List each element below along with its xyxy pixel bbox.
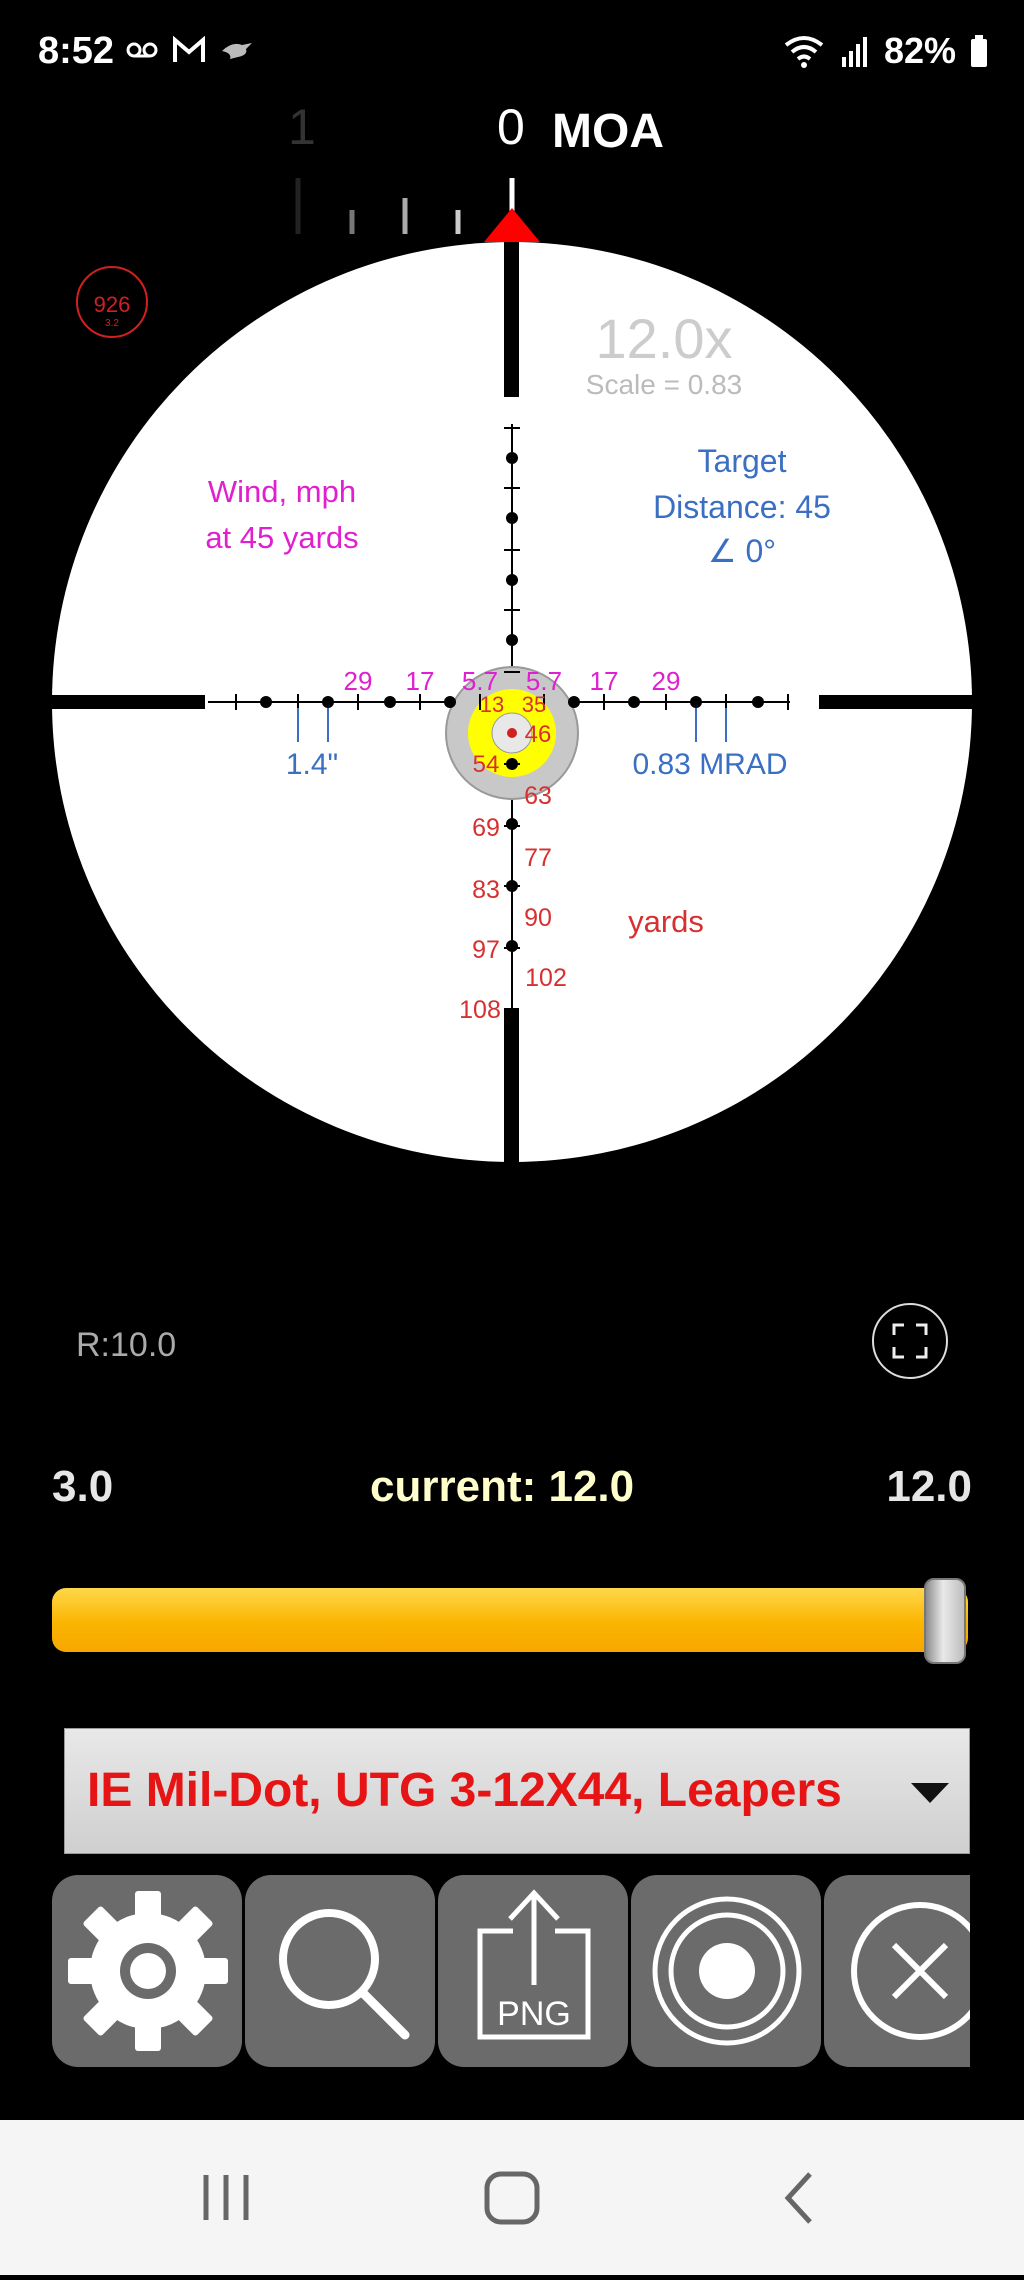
- wind-value: 29: [344, 666, 373, 696]
- recent-apps-button[interactable]: [146, 2120, 306, 2275]
- target-label-2: Distance: 45: [653, 489, 831, 525]
- status-right: 82%: [782, 30, 988, 72]
- target-icon: [652, 1896, 802, 2046]
- export-png-button[interactable]: PNG: [438, 1875, 628, 2067]
- wind-value: 29: [652, 666, 681, 696]
- inner-range-label: 35: [522, 692, 546, 717]
- range-unit-label: yards: [628, 904, 704, 939]
- target-label-3: ∠ 0°: [708, 533, 776, 569]
- zoom-slider-thumb[interactable]: [924, 1578, 966, 1664]
- close-icon: [851, 1902, 970, 2040]
- system-navbar: [0, 2120, 1024, 2275]
- gear-icon: [68, 1891, 228, 2051]
- target-label-1: Target: [698, 443, 787, 479]
- ravens-icon: [222, 43, 252, 59]
- status-time: 8:52: [38, 30, 115, 72]
- search-icon: [279, 1909, 410, 2040]
- toolbar: PNG: [52, 1875, 970, 2067]
- inner-range-label: 46: [525, 721, 552, 748]
- reticle-post-right: [819, 695, 972, 709]
- wifi-icon: [784, 36, 824, 68]
- badge-value: 926: [94, 292, 131, 317]
- fullscreen-icon: [892, 1323, 928, 1359]
- radius-label: R:10.0: [76, 1326, 177, 1364]
- reticle-post-top: [504, 242, 519, 397]
- range-value: 97: [472, 936, 500, 964]
- range-value: 108: [459, 996, 501, 1024]
- wind-label-2: at 45 yards: [205, 520, 358, 555]
- fullscreen-button[interactable]: [872, 1303, 948, 1379]
- dropdown-arrow-icon: [911, 1783, 949, 1803]
- signal-icon: [841, 37, 867, 67]
- notification-icons: [126, 36, 254, 64]
- back-icon: [784, 2172, 812, 2224]
- inner-range-label: 13: [480, 692, 504, 717]
- target-impact-dot: [507, 728, 517, 738]
- settings-button[interactable]: [52, 1875, 242, 2067]
- range-value: 77: [524, 844, 552, 872]
- spacing-mrad: 0.83 MRAD: [632, 748, 787, 781]
- back-button[interactable]: [718, 2120, 878, 2275]
- ruler-unit-label: MOA: [552, 105, 664, 158]
- home-button[interactable]: [432, 2120, 592, 2275]
- scope-view[interactable]: 12.0x Scale = 0.83 Wind, mph at 45 yards…: [0, 160, 1024, 1200]
- reticle-post-left: [52, 695, 205, 709]
- zoom-min-label: 3.0: [52, 1462, 114, 1511]
- scale-text: Scale = 0.83: [586, 369, 742, 400]
- range-value: 90: [524, 904, 552, 932]
- inner-range-label: 54: [473, 751, 500, 778]
- home-icon: [484, 2171, 540, 2225]
- ruler-left-label: 1: [288, 99, 316, 155]
- reticle-select[interactable]: IE Mil-Dot, UTG 3-12X44, Leapers: [64, 1728, 970, 1854]
- wind-label-1: Wind, mph: [208, 474, 356, 509]
- reticle-post-bottom: [504, 1008, 519, 1163]
- battery-icon: [971, 35, 987, 67]
- battery-percent: 82%: [883, 30, 956, 71]
- magnification-text: 12.0x: [596, 307, 733, 370]
- gmail-icon: [173, 36, 205, 62]
- range-value: 83: [472, 876, 500, 904]
- wind-value: 17: [590, 666, 619, 696]
- export-png-icon: PNG: [477, 1889, 591, 2040]
- range-value: 69: [472, 814, 500, 842]
- search-button[interactable]: [245, 1875, 435, 2067]
- close-button[interactable]: [824, 1875, 970, 2067]
- zoom-max-label: 12.0: [886, 1462, 972, 1511]
- spacing-inches: 1.4": [286, 748, 338, 781]
- badge-sub: 3.2: [105, 318, 119, 329]
- range-value: 63: [524, 782, 552, 810]
- wind-value: 17: [406, 666, 435, 696]
- zoom-slider-track[interactable]: [52, 1588, 968, 1652]
- target-button[interactable]: [631, 1875, 821, 2067]
- ruler-zero-label: 0: [497, 99, 525, 155]
- recent-apps-icon: [203, 2175, 249, 2220]
- png-label: PNG: [497, 1995, 571, 2033]
- voicemail-icon: [126, 42, 158, 58]
- reticle-select-value: IE Mil-Dot, UTG 3-12X44, Leapers: [87, 1764, 842, 1817]
- zoom-current-label: current: 12.0: [370, 1462, 635, 1511]
- range-value: 102: [525, 964, 567, 992]
